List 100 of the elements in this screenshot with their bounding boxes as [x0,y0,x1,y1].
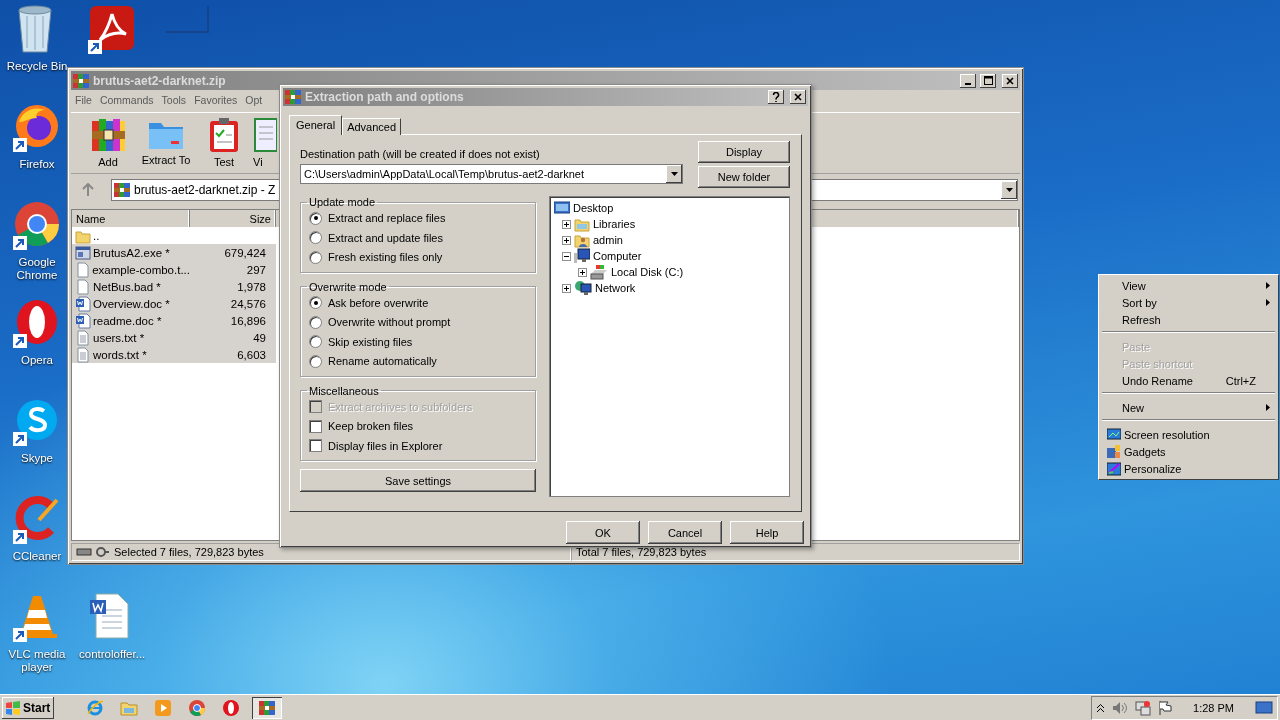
file-row[interactable]: BrutusA2.exe * 679,424 [72,244,276,261]
file-size: 49 [252,331,267,344]
clock[interactable]: 1:28 PM [1193,701,1234,714]
tab[interactable]: General [289,115,343,136]
radio-button[interactable] [309,296,322,310]
file-row[interactable]: readme.doc * 16,896 [72,312,276,329]
toolbar-button[interactable]: Add [98,156,118,168]
personalize-icon [1107,461,1121,476]
option-label[interactable]: Fresh existing files only [328,251,443,264]
file-icon [75,261,91,278]
computer-icon [574,248,590,265]
help-button[interactable] [768,90,784,105]
radio-button[interactable] [309,250,322,264]
taskbar-button[interactable] [252,696,282,719]
path-field[interactable]: C:\Users\admin\AppData\Local\Temp\brutus-aet2-darknet [300,164,683,185]
dialog-title: Extraction path and options [305,90,465,105]
app-icon [285,89,301,106]
status-text: Selected 7 files, 729,823 bytes [114,546,264,558]
file-size: 6,603 [236,348,267,361]
file-size: 297 [245,263,267,276]
option-label[interactable]: Keep broken files [328,420,413,433]
chrome-icon [13,200,61,248]
word-document-icon [88,592,132,640]
minimize-button[interactable] [960,73,976,88]
tree-item[interactable]: Libraries [593,218,636,231]
dialog-button[interactable]: Cancel [648,521,722,544]
word-document-icon [75,312,91,329]
menu-item[interactable]: Screen resolution [1124,428,1276,441]
expand-toggle[interactable] [562,235,571,245]
dialog-button[interactable]: Display [698,141,790,164]
desktop-icon-label[interactable]: Skype [21,452,53,465]
dropdown-button[interactable] [666,165,682,184]
expand-toggle[interactable] [562,219,571,229]
option-label[interactable]: Ask before overwrite [328,296,429,309]
menu-item[interactable]: New [1122,401,1263,414]
menu-item[interactable]: Tools [157,93,191,106]
menu-item[interactable]: Refresh [1122,313,1276,326]
option-label[interactable]: Display files in Explorer [328,439,443,452]
dropdown-button[interactable] [1001,181,1017,199]
tree-item[interactable]: admin [593,234,623,247]
desktop-icon-label[interactable]: Recycle Bin [6,60,68,73]
show-desktop-icon[interactable] [1255,699,1273,716]
toolbar-button[interactable]: Extract To [141,154,191,166]
file-row[interactable]: Overview.doc * 24,576 [72,295,276,312]
dialog-button[interactable]: New folder [698,166,790,189]
dialog-button[interactable]: Help [730,521,804,544]
app-icon [73,72,89,89]
desktop-icon-label[interactable]: Opera [21,354,53,367]
menu-item[interactable]: Personalize [1124,462,1276,475]
show-hidden-icons-icon[interactable] [1096,702,1106,713]
menu-item[interactable]: View [1122,279,1263,292]
collapse-toggle[interactable] [562,251,571,261]
radio-button[interactable] [309,231,322,245]
checkbox[interactable] [309,419,322,433]
flag-icon[interactable] [1158,699,1175,716]
option-label[interactable]: Skip existing files [328,335,413,348]
file-name: words.txt * [93,348,147,361]
close-icon [1006,76,1014,85]
file-row[interactable]: NetBus.bad * 1,978 [72,278,276,295]
tree-item[interactable]: Computer [593,250,642,263]
toolbar-button[interactable]: Vi [253,156,263,168]
option-label[interactable]: Overwrite without prompt [328,316,451,329]
toolbar-button[interactable]: Test [213,156,235,168]
internet-explorer-icon [86,698,104,717]
menu-item[interactable]: Opt [241,93,267,106]
tree-item[interactable]: Local Disk (C:) [611,266,684,279]
close-button[interactable] [1002,73,1018,88]
dialog-button[interactable]: OK [566,521,640,544]
winrar-icon [259,699,275,716]
radio-button[interactable] [309,211,322,225]
option-label[interactable]: Extract and replace files [328,212,446,225]
checkbox[interactable] [309,439,322,453]
close-button[interactable] [790,90,806,105]
menu-item[interactable]: Favorites [190,93,242,106]
tree-item[interactable]: Desktop [573,202,614,215]
maximize-button[interactable] [980,73,996,88]
application-icon [75,244,91,261]
option-label[interactable]: Rename automatically [328,355,437,368]
file-row[interactable]: example-combo.t... 297 [72,261,276,278]
group-label: Overwrite mode [308,280,388,293]
tab[interactable]: Advanced [342,118,402,136]
speaker-icon[interactable] [1112,700,1129,715]
expand-toggle[interactable] [562,283,571,293]
menu-item[interactable]: Commands [95,93,158,106]
menu-item[interactable]: Gadgets [1124,445,1276,458]
network-icon[interactable] [1135,699,1152,716]
start-button[interactable]: Start [2,696,54,719]
desktop-icon-label[interactable]: Google Chrome [4,256,70,282]
tree-item[interactable]: Network [595,282,636,295]
menu-item[interactable]: File [71,93,96,106]
file-row[interactable]: users.txt * 49 [72,329,276,346]
library-folder-icon [574,216,590,233]
menu-item[interactable]: Undo Rename [1122,374,1223,387]
option-label[interactable]: Extract and update files [328,231,443,244]
file-row[interactable]: words.txt * 6,603 [72,346,276,363]
menu-item[interactable]: Sort by [1122,296,1263,309]
save-settings-button[interactable]: Save settings [300,469,536,493]
desktop-icon-label[interactable]: Firefox [19,158,55,171]
expand-toggle[interactable] [578,267,587,277]
radio-button[interactable] [309,335,322,349]
